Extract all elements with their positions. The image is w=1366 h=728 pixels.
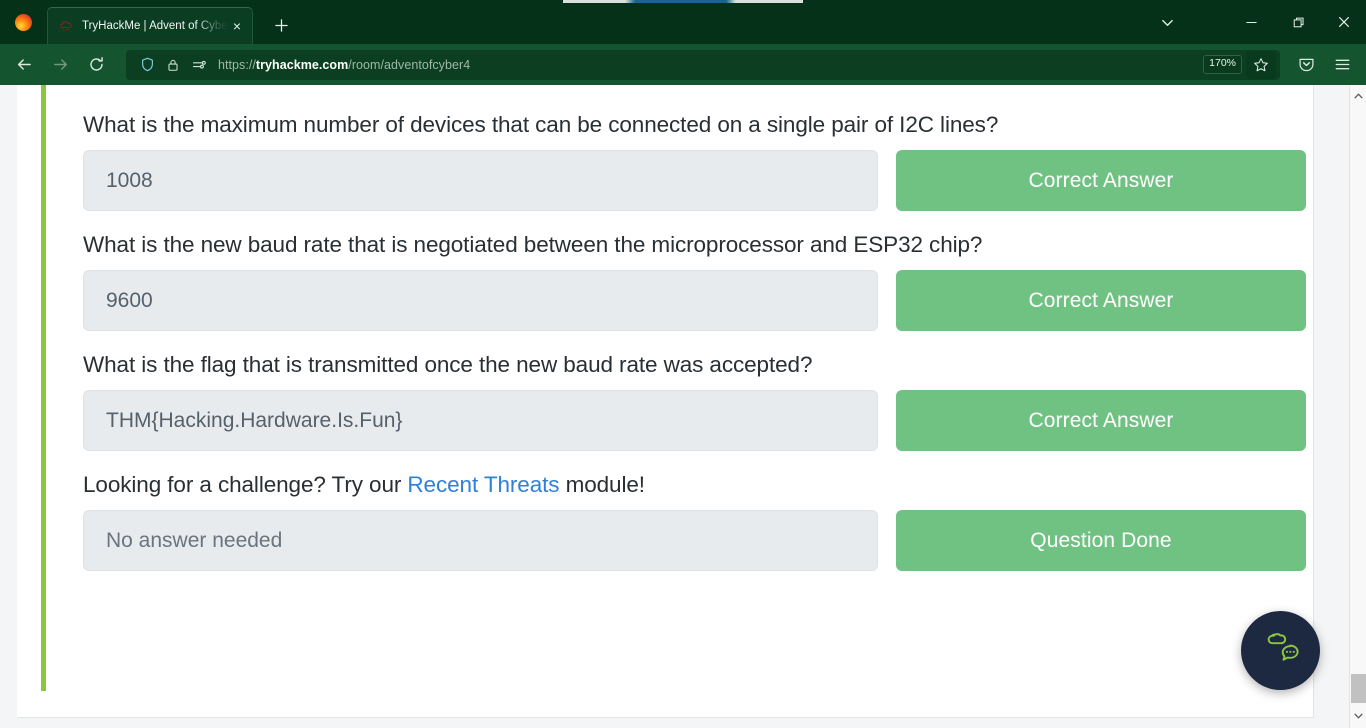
url-host: tryhackme.com [255, 57, 349, 72]
chat-bubbles-icon [1260, 627, 1302, 674]
browser-window: TryHackMe | Advent of Cyber 20 × [0, 0, 1366, 728]
tab-bar: TryHackMe | Advent of Cyber 20 × [0, 0, 1366, 44]
browser-tab[interactable]: TryHackMe | Advent of Cyber 20 × [47, 7, 253, 44]
page-scrollbar[interactable] [1349, 85, 1366, 728]
scroll-down-arrow-icon[interactable] [1350, 707, 1366, 724]
url-bar[interactable]: https://tryhackme.com/room/adventofcyber… [126, 49, 1280, 80]
answer-status-button[interactable]: Correct Answer [896, 390, 1306, 451]
answer-row: 1008 Correct Answer [83, 150, 1306, 211]
tryhackme-favicon-icon [58, 18, 74, 34]
tracking-protection-shield-icon[interactable] [134, 53, 160, 77]
question-done-button[interactable]: Question Done [896, 510, 1306, 571]
bookmark-star-icon[interactable] [1246, 50, 1276, 79]
recent-threats-link[interactable]: Recent Threats [407, 472, 559, 497]
answer-input[interactable]: 1008 [83, 150, 878, 211]
question-item: What is the flag that is transmitted onc… [83, 351, 1306, 451]
task-questions-list: What is the maximum number of devices th… [83, 85, 1306, 591]
question-prompt: What is the flag that is transmitted onc… [83, 352, 813, 377]
url-protocol: https:// [218, 57, 256, 72]
window-top-accent-highlight [563, 0, 803, 3]
task-accent-bar [41, 85, 46, 691]
answer-row: No answer needed Question Done [83, 510, 1306, 571]
maximize-restore-button[interactable] [1276, 0, 1321, 44]
back-button[interactable] [6, 49, 42, 81]
answer-row: 9600 Correct Answer [83, 270, 1306, 331]
tab-title: TryHackMe | Advent of Cyber 20 [82, 20, 228, 32]
url-path: /room/adventofcyber4 [348, 57, 471, 72]
pocket-icon[interactable] [1288, 49, 1324, 81]
answer-status-button[interactable]: Correct Answer [896, 270, 1306, 331]
site-permissions-icon[interactable] [186, 53, 212, 77]
firefox-logo-icon [8, 0, 38, 44]
url-text[interactable]: https://tryhackme.com/room/adventofcyber… [212, 58, 1203, 72]
new-tab-button[interactable] [266, 10, 296, 40]
reload-button[interactable] [78, 49, 114, 81]
challenge-prompt: Looking for a challenge? Try our Recent … [83, 471, 1301, 498]
task-card: What is the maximum number of devices th… [17, 85, 1314, 718]
answer-input[interactable]: 9600 [83, 270, 878, 331]
padlock-icon[interactable] [160, 53, 186, 77]
challenge-item: Looking for a challenge? Try our Recent … [83, 471, 1306, 571]
window-controls [1147, 0, 1366, 44]
answer-row: THM{Hacking.Hardware.Is.Fun} Correct Ans… [83, 390, 1306, 451]
challenge-suffix: module! [559, 472, 645, 497]
tryhackme-room-page: What is the maximum number of devices th… [0, 85, 1349, 728]
navigation-toolbar: https://tryhackme.com/room/adventofcyber… [0, 44, 1366, 85]
answer-status-button[interactable]: Correct Answer [896, 150, 1306, 211]
tab-close-icon[interactable]: × [228, 17, 246, 35]
page-viewport: What is the maximum number of devices th… [0, 85, 1366, 728]
challenge-prefix: Looking for a challenge? Try our [83, 472, 408, 497]
answer-input[interactable]: THM{Hacking.Hardware.Is.Fun} [83, 390, 878, 451]
scroll-up-arrow-icon[interactable] [1350, 87, 1366, 104]
toolbar-right-actions [1288, 49, 1360, 81]
question-prompt: What is the maximum number of devices th… [83, 112, 999, 137]
window-top-accent-strip [0, 0, 1366, 3]
zoom-level-badge[interactable]: 170% [1203, 55, 1242, 74]
chat-widget-button[interactable] [1241, 611, 1320, 690]
list-all-tabs-button[interactable] [1147, 0, 1187, 44]
close-window-button[interactable] [1321, 0, 1366, 44]
question-prompt: What is the new baud rate that is negoti… [83, 232, 983, 257]
minimize-button[interactable] [1229, 0, 1274, 44]
forward-button[interactable] [42, 49, 78, 81]
scroll-thumb[interactable] [1351, 674, 1366, 703]
answer-input[interactable]: No answer needed [83, 510, 878, 571]
question-item: What is the maximum number of devices th… [83, 85, 1306, 211]
hamburger-menu-icon[interactable] [1324, 49, 1360, 81]
question-item: What is the new baud rate that is negoti… [83, 231, 1306, 331]
